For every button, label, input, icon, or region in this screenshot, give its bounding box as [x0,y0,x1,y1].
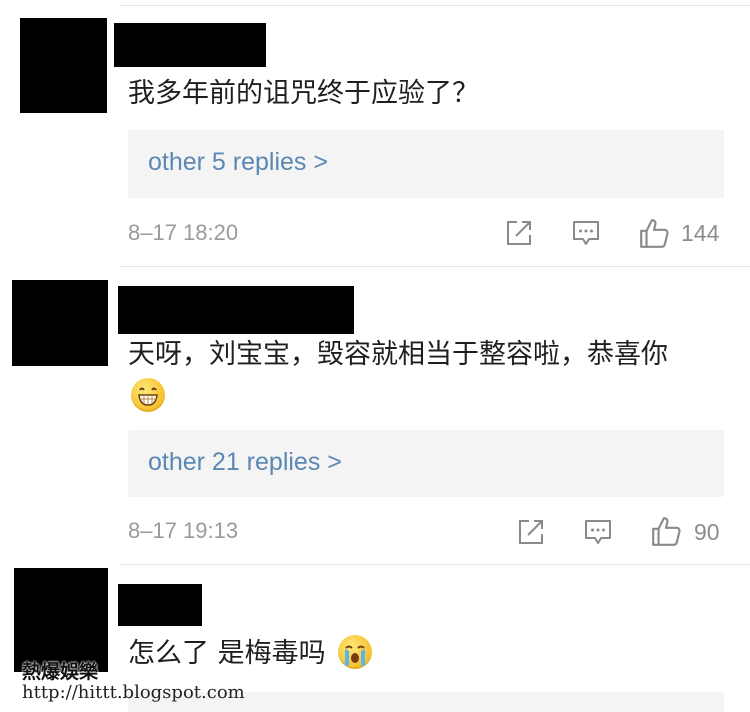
comment-text: 天呀，刘宝宝，毁容就相当于整容啦，恭喜你 [128,339,668,370]
view-replies-button[interactable]: other 5 replies > [128,130,724,198]
username-redacted[interactable] [118,584,202,626]
like-count: 90 [694,519,720,545]
divider [120,5,750,6]
avatar[interactable] [12,280,108,366]
like-icon[interactable] [638,217,670,249]
watermark-url: http://hittt.blogspot.com [22,682,245,703]
comment-icon[interactable] [571,218,601,248]
view-replies-button[interactable]: other 21 replies > [128,430,724,497]
divider [120,564,750,565]
like-count: 144 [681,220,720,246]
view-replies-label: other 5 replies > [148,148,328,176]
grinning-emoji [131,378,165,412]
comment-text-content: 怎么了 是梅毒吗 [128,638,326,669]
divider [120,266,750,267]
username-redacted[interactable] [114,23,266,67]
comment-text: 怎么了 是梅毒吗 [128,634,373,674]
watermark-title: 熱爆娛樂 [22,661,99,683]
comment-time: 8–17 19:13 [128,518,239,543]
comment-time: 8–17 18:20 [128,220,239,245]
crying-emoji [338,634,373,669]
comment-icon[interactable] [583,517,613,547]
view-replies-label: other 21 replies > [148,448,342,476]
share-icon[interactable] [516,517,546,547]
comment-text: 我多年前的诅咒终于应验了？ [128,78,479,109]
username-redacted[interactable] [118,286,354,334]
avatar[interactable] [20,18,107,113]
like-icon[interactable] [650,515,682,547]
share-icon[interactable] [504,218,534,248]
